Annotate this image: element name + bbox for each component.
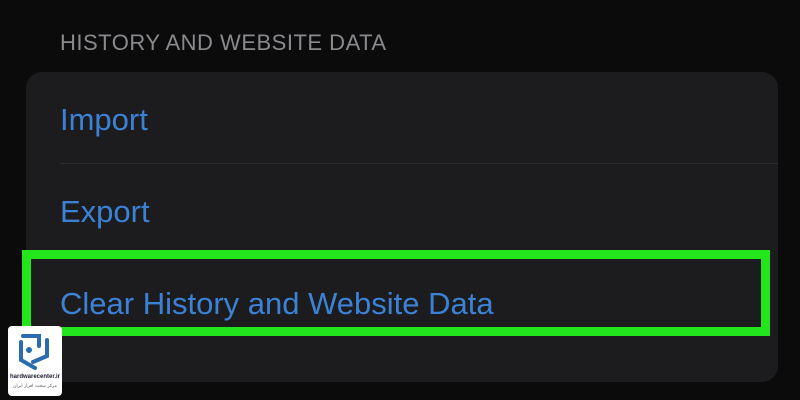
export-button[interactable]: Export <box>26 164 778 256</box>
watermark-logo: hardwarecenter.ir مرکز سخت افزار ایران <box>8 326 62 396</box>
section-header-history: HISTORY AND WEBSITE DATA <box>60 30 387 55</box>
export-label: Export <box>60 194 150 229</box>
settings-screen: HISTORY AND WEBSITE DATA Import Export C… <box>0 0 800 400</box>
import-button[interactable]: Import <box>26 72 778 164</box>
hardwarecenter-logo-icon <box>19 334 49 370</box>
watermark-brand: hardwarecenter.ir <box>9 374 61 380</box>
watermark-tagline: مرکز سخت افزار ایران <box>13 384 57 389</box>
import-label: Import <box>60 102 148 137</box>
clear-history-button[interactable]: Clear History and Website Data <box>22 250 770 336</box>
clear-history-label: Clear History and Website Data <box>60 286 494 321</box>
